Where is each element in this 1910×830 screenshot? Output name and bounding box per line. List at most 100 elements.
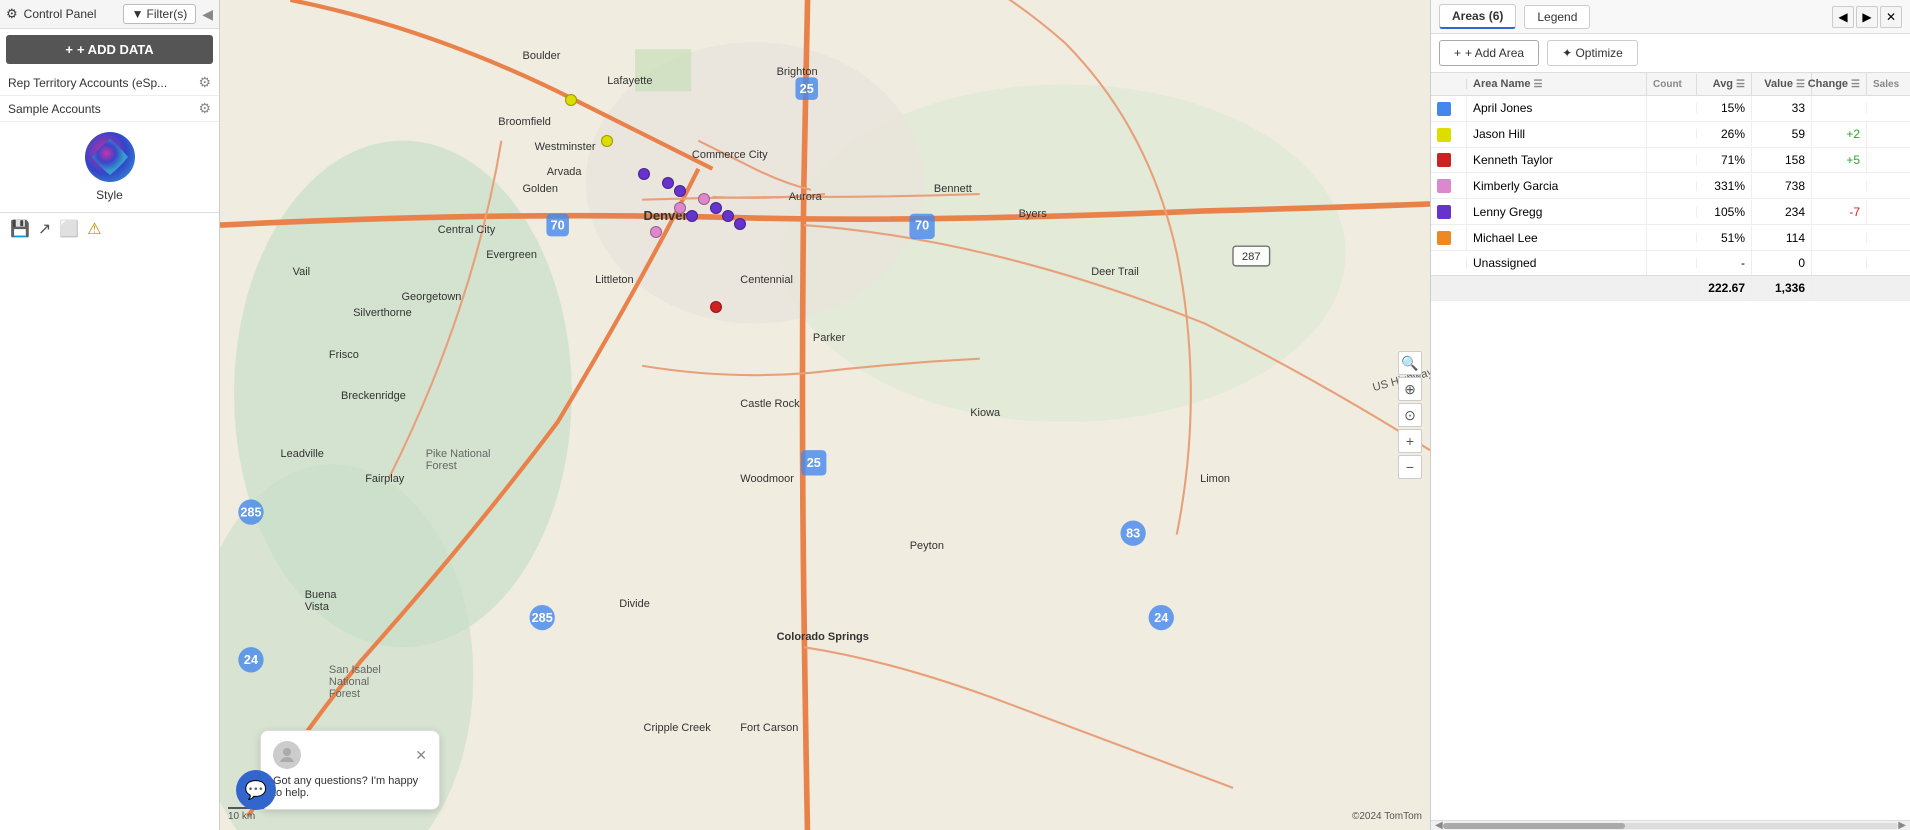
row-count-avg: 105% xyxy=(1697,200,1752,224)
map-pin-yellow xyxy=(565,94,577,106)
action-bar: + + Add Area ✦ Optimize xyxy=(1431,34,1910,73)
nav-close-button[interactable]: ✕ xyxy=(1880,6,1902,28)
scroll-left-icon[interactable]: ◀ xyxy=(1435,820,1443,830)
zoom-out-button[interactable]: − xyxy=(1398,455,1422,479)
row-blank2 xyxy=(1867,129,1910,139)
table-row-2[interactable]: Kenneth Taylor 71% 158 +5 69% 1,157,410 xyxy=(1431,148,1910,174)
row-icon-cell xyxy=(1431,199,1467,224)
map-pin-pink1 xyxy=(674,202,686,214)
scroll-right-icon[interactable]: ▶ xyxy=(1898,820,1906,830)
export-icon[interactable]: ⬜ xyxy=(59,219,79,239)
table-row-3[interactable]: Kimberly Garcia 331% 738 336% 5,593,420 xyxy=(1431,173,1910,199)
chat-widget: ✕ Got any questions? I'm happy to help. xyxy=(260,730,440,810)
tab-areas[interactable]: Areas (6) xyxy=(1439,4,1516,29)
sort-count-change-icon[interactable]: ☰ xyxy=(1851,79,1860,90)
nav-forward-button[interactable]: ▶ xyxy=(1856,6,1878,28)
summary-row: 222.67 1,336 1,665,400 9,992,400 xyxy=(1431,276,1910,301)
row-name: Kimberly Garcia xyxy=(1467,174,1647,198)
layer-territory-settings-icon[interactable]: ⚙ xyxy=(198,74,211,91)
scroll-track[interactable] xyxy=(1443,823,1899,829)
filter-icon: ▼ xyxy=(132,7,144,21)
layer-territory-label: Rep Territory Accounts (eSp... xyxy=(8,76,198,90)
table-header: Area Name ☰ Count Avg ☰ Value ☰ Change ☰… xyxy=(1431,73,1910,96)
warning-icon[interactable]: ⚠ xyxy=(87,219,101,239)
layer-territory[interactable]: Rep Territory Accounts (eSp... ⚙ xyxy=(0,70,219,96)
save-icon[interactable]: 💾 xyxy=(10,219,30,239)
row-blank1 xyxy=(1647,181,1697,191)
collapse-icon[interactable]: ◀ xyxy=(202,6,213,23)
sort-count-avg-icon[interactable]: ☰ xyxy=(1736,79,1745,90)
table-row-0[interactable]: April Jones 15% 33 15% 253,090 xyxy=(1431,96,1910,122)
row-blank2 xyxy=(1867,181,1910,191)
table-rows-container: April Jones 15% 33 15% 253,090 Jason Hil… xyxy=(1431,96,1910,251)
unassigned-name: Unassigned xyxy=(1467,251,1647,275)
map-pin-purple6 xyxy=(722,210,734,222)
style-label: Style xyxy=(96,188,123,202)
table-row-5[interactable]: Michael Lee 51% 114 51% 857,240 xyxy=(1431,225,1910,251)
row-blank2 xyxy=(1867,103,1910,113)
map-background: 70 25 6 83 24 285 24 285 25 70 287 US Hi… xyxy=(220,0,1430,830)
filter-map-button[interactable]: ⊕ xyxy=(1398,377,1422,401)
data-table: Area Name ☰ Count Avg ☰ Value ☰ Change ☰… xyxy=(1431,73,1910,820)
filter-button[interactable]: ▼ Filter(s) xyxy=(123,4,197,24)
svg-text:24: 24 xyxy=(1154,611,1168,625)
add-data-button[interactable]: + + ADD DATA xyxy=(6,35,213,64)
row-count-val: 234 xyxy=(1752,200,1812,224)
row-count-chg: +2 xyxy=(1812,122,1867,146)
left-panel: ⚙ Control Panel ▼ Filter(s) ◀ + + ADD DA… xyxy=(0,0,220,830)
svg-text:70: 70 xyxy=(915,218,929,232)
row-blank1 xyxy=(1647,233,1697,243)
th-area-name: Area Name ☰ xyxy=(1467,73,1647,95)
sort-count-value-icon[interactable]: ☰ xyxy=(1796,79,1805,90)
svg-text:83: 83 xyxy=(1126,526,1140,540)
chat-message: Got any questions? I'm happy to help. xyxy=(273,775,427,799)
svg-text:287: 287 xyxy=(1242,251,1261,263)
summary-icon-cell xyxy=(1431,283,1467,293)
optimize-button[interactable]: ✦ Optimize xyxy=(1547,40,1638,66)
magnify-button[interactable]: 🔍 xyxy=(1398,351,1422,375)
summary-count-avg: 222.67 xyxy=(1697,276,1752,300)
row-name: Lenny Gregg xyxy=(1467,200,1647,224)
row-count-avg: 26% xyxy=(1697,122,1752,146)
nav-back-button[interactable]: ◀ xyxy=(1832,6,1854,28)
row-count-val: 59 xyxy=(1752,122,1812,146)
row-name: Michael Lee xyxy=(1467,226,1647,250)
add-area-button[interactable]: + + Add Area xyxy=(1439,40,1539,66)
tab-legend[interactable]: Legend xyxy=(1524,5,1590,29)
control-panel-label: Control Panel xyxy=(24,7,97,21)
summary-blank2 xyxy=(1867,283,1910,293)
sort-area-icon[interactable]: ☰ xyxy=(1533,79,1542,90)
layer-samples[interactable]: Sample Accounts ⚙ xyxy=(0,96,219,122)
th-count-change: Change ☰ xyxy=(1812,73,1867,95)
map-pin-purple2 xyxy=(662,177,674,189)
chat-open-button[interactable]: 💬 xyxy=(236,770,276,810)
row-name: Kenneth Taylor xyxy=(1467,148,1647,172)
row-icon-cell xyxy=(1431,173,1467,198)
row-color-icon xyxy=(1437,128,1451,142)
table-row-4[interactable]: Lenny Gregg 105% 234 -7 103% 1,717,970 xyxy=(1431,199,1910,225)
row-count-avg: 71% xyxy=(1697,148,1752,172)
row-count-chg: +5 xyxy=(1812,148,1867,172)
horizontal-scrollbar[interactable]: ◀ ▶ xyxy=(1431,820,1910,830)
unassigned-count-val: 0 xyxy=(1752,251,1812,275)
share-icon[interactable]: ↗ xyxy=(38,219,51,239)
scroll-thumb[interactable] xyxy=(1443,823,1625,829)
compass-button[interactable]: ⊙ xyxy=(1398,403,1422,427)
summary-count-val: 1,336 xyxy=(1752,276,1812,300)
layer-samples-settings-icon[interactable]: ⚙ xyxy=(198,100,211,117)
row-count-chg: -7 xyxy=(1812,200,1867,224)
table-row-1[interactable]: Jason Hill 26% 59 +2 25% 413,270 xyxy=(1431,122,1910,148)
style-section: Style xyxy=(0,122,219,212)
row-color-icon xyxy=(1437,153,1451,167)
right-top-bar: Areas (6) Legend ◀ ▶ ✕ xyxy=(1431,0,1910,34)
row-blank1 xyxy=(1647,103,1697,113)
unassigned-row: Unassigned - 0 - 0 xyxy=(1431,251,1910,276)
chat-close-button[interactable]: ✕ xyxy=(415,747,427,764)
style-icon[interactable] xyxy=(85,132,135,182)
row-count-val: 158 xyxy=(1752,148,1812,172)
map-area[interactable]: 70 25 6 83 24 285 24 285 25 70 287 US Hi… xyxy=(220,0,1430,830)
unassigned-blank2 xyxy=(1867,258,1910,268)
zoom-in-button[interactable]: + xyxy=(1398,429,1422,453)
th-count-avg: Avg ☰ xyxy=(1697,73,1752,95)
th-count-value: Value ☰ xyxy=(1752,73,1812,95)
